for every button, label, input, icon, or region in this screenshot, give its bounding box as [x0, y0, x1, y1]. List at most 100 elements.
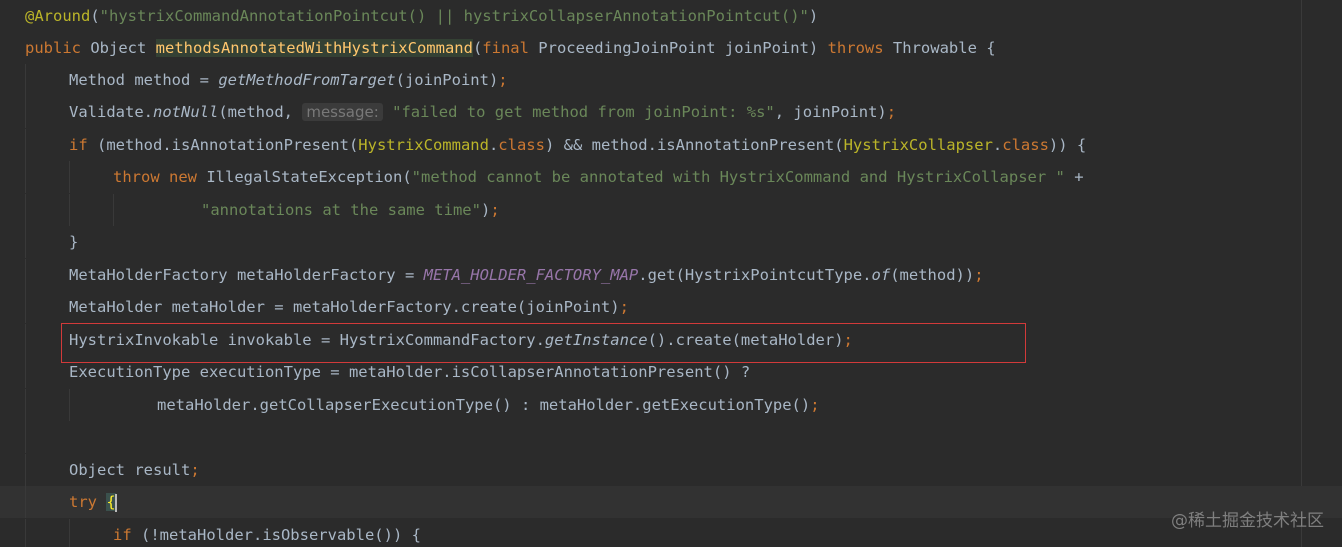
- parameter-hint: message:: [302, 103, 383, 121]
- indent-guide: [25, 161, 26, 193]
- indent-guide: [25, 64, 26, 96]
- indent-guide: [69, 194, 70, 226]
- keyword-token: class: [1002, 136, 1049, 154]
- indent-guide: [25, 129, 26, 161]
- keyword-token: throw: [113, 168, 160, 186]
- indent-guide: [25, 194, 26, 226]
- type-token: Object: [81, 39, 156, 57]
- code-text: MetaHolderFactory metaHolderFactory = ME…: [69, 259, 984, 291]
- indent-guide: [25, 421, 26, 453]
- highlight-box: [61, 323, 1026, 363]
- code-token: (method)): [890, 266, 975, 284]
- code-token: (joinPoint): [395, 71, 499, 89]
- code-token: )) {: [1048, 136, 1087, 154]
- code-token: (method.isAnnotationPresent(: [87, 136, 359, 154]
- keyword-token: if: [69, 136, 88, 154]
- indent-guide: [25, 96, 26, 128]
- string-token: "failed to get method from joinPoint: %s…: [392, 103, 775, 121]
- code-token: ) && method.isAnnotationPresent(: [544, 136, 844, 154]
- code-token: MetaHolderFactory metaHolderFactory =: [69, 266, 424, 284]
- code-token: .: [488, 136, 499, 154]
- keyword-token: throws: [827, 39, 884, 57]
- code-line-8[interactable]: }: [0, 226, 1342, 258]
- keyword-token: public: [25, 39, 81, 57]
- code-token: (!metaHolder.isObservable()) {: [131, 526, 421, 544]
- indent-guide: [69, 161, 70, 193]
- code-token: (method,: [218, 103, 293, 121]
- indent-guide: [25, 454, 26, 486]
- code-line-10[interactable]: MetaHolder metaHolder = metaHolderFactor…: [0, 291, 1342, 323]
- code-line-1[interactable]: @Around("hystrixCommandAnnotationPointcu…: [0, 0, 1342, 32]
- keyword-token: new: [169, 168, 198, 186]
- annotation-token: @Around: [25, 7, 91, 25]
- code-line-16[interactable]: try {: [0, 486, 1342, 518]
- semicolon-token: ;: [490, 201, 500, 219]
- semicolon-token: ;: [810, 396, 820, 414]
- code-text: MetaHolder metaHolder = metaHolderFactor…: [69, 291, 629, 323]
- code-token: ): [480, 201, 491, 219]
- code-line-2[interactable]: public Object methodsAnnotatedWithHystri…: [0, 32, 1342, 64]
- text-caret: [114, 493, 117, 512]
- code-line-17[interactable]: if (!metaHolder.isObservable()) {: [0, 519, 1342, 547]
- code-line-5[interactable]: if (method.isAnnotationPresent(HystrixCo…: [0, 129, 1342, 161]
- indent-guide: [25, 259, 26, 291]
- keyword-token: try: [69, 493, 97, 511]
- code-line-3[interactable]: Method method = getMethodFromTarget(join…: [0, 64, 1342, 96]
- code-token: .get(HystrixPointcutType.: [638, 266, 872, 284]
- class-token: HystrixCommand: [358, 136, 489, 154]
- code-token: ExecutionType executionType = metaHolder…: [69, 363, 751, 381]
- semicolon-token: ;: [498, 71, 508, 89]
- constant-token: META_HOLDER_FACTORY_MAP: [423, 266, 639, 284]
- indent-guide: [113, 194, 114, 226]
- code-line-15[interactable]: Object result;: [0, 454, 1342, 486]
- method-call-token: notNull: [153, 103, 219, 121]
- code-line-7[interactable]: "annotations at the same time");: [0, 194, 1342, 226]
- code-text: if (method.isAnnotationPresent(HystrixCo…: [69, 129, 1086, 161]
- code-token: Method method =: [69, 71, 219, 89]
- code-text: Object result;: [69, 454, 200, 486]
- indent-guide: [25, 389, 26, 421]
- code-token: metaHolder.getCollapserExecutionType() :…: [157, 396, 811, 414]
- code-text: @Around("hystrixCommandAnnotationPointcu…: [25, 0, 818, 32]
- code-line-13[interactable]: metaHolder.getCollapserExecutionType() :…: [0, 389, 1342, 421]
- indent-guide: [25, 519, 26, 547]
- throws-type-token: Throwable {: [883, 39, 996, 57]
- string-token: "method cannot be annotated with Hystrix…: [411, 168, 1065, 186]
- code-line-9[interactable]: MetaHolderFactory metaHolderFactory = ME…: [0, 259, 1342, 291]
- brace-token: }: [69, 233, 79, 251]
- code-text: Method method = getMethodFromTarget(join…: [69, 64, 508, 96]
- code-token: .: [992, 136, 1003, 154]
- code-line-14[interactable]: [0, 421, 1342, 453]
- indent-guide: [69, 389, 70, 421]
- code-text: Validate.notNull(method, message: "faile…: [69, 96, 896, 128]
- code-token: IllegalStateException(: [197, 168, 412, 186]
- code-text: metaHolder.getCollapserExecutionType() :…: [157, 389, 820, 421]
- semicolon-token: ;: [619, 298, 629, 316]
- params-token: ProceedingJoinPoint joinPoint): [528, 39, 828, 57]
- indent-guide: [25, 356, 26, 388]
- code-text: if (!metaHolder.isObservable()) {: [113, 519, 421, 547]
- keyword-token: final: [482, 39, 529, 57]
- method-name-token[interactable]: methodsAnnotatedWithHystrixCommand: [155, 39, 473, 57]
- indent-guide: [69, 519, 70, 547]
- code-token: +: [1064, 168, 1084, 186]
- semicolon-token: ;: [190, 461, 200, 479]
- semicolon-token: ;: [974, 266, 984, 284]
- keyword-token: if: [113, 526, 132, 544]
- string-token: "hystrixCommandAnnotationPointcut() || h…: [99, 7, 809, 25]
- code-editor[interactable]: @Around ( "hystrixCommandAnnotationPointcu…: [0, 0, 1342, 547]
- keyword-token: class: [498, 136, 545, 154]
- class-token: HystrixCollapser: [843, 136, 993, 154]
- code-text: "annotations at the same time");: [201, 194, 500, 226]
- indent-guide: [25, 291, 26, 323]
- method-call-token: getMethodFromTarget: [218, 71, 396, 89]
- method-call-token: of: [871, 266, 891, 284]
- code-token: Validate.: [69, 103, 153, 121]
- code-text: }: [69, 226, 78, 258]
- paren-token: (: [472, 39, 483, 57]
- code-line-6[interactable]: throw new IllegalStateException("method …: [0, 161, 1342, 193]
- string-token: "annotations at the same time": [201, 201, 481, 219]
- code-token: MetaHolder metaHolder = metaHolderFactor…: [69, 298, 620, 316]
- indent-guide: [25, 226, 26, 258]
- code-line-4[interactable]: Validate.notNull(method, message: "faile…: [0, 96, 1342, 128]
